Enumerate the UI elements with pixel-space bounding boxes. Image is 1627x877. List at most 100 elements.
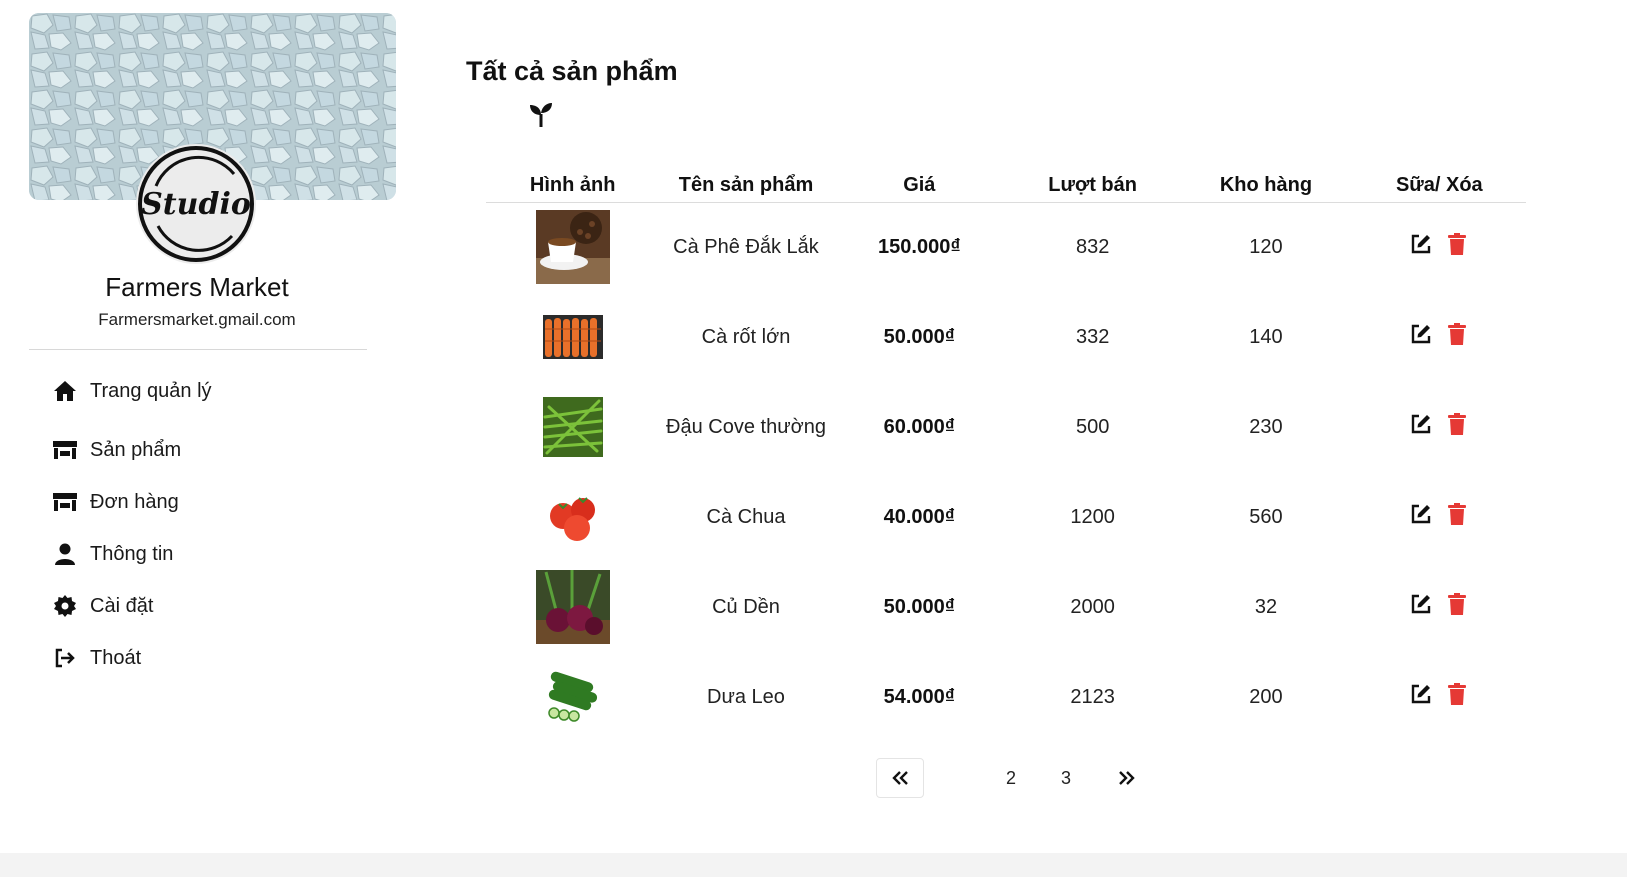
store-icon xyxy=(52,489,78,515)
product-stock: 140 xyxy=(1249,325,1283,348)
column-header-sold: Lượt bán xyxy=(1005,170,1180,203)
table-row: Củ Dền 50.000₫ 2000 32 xyxy=(486,562,1526,652)
store-icon xyxy=(52,437,78,463)
nav-item-label: Trang quản lý xyxy=(90,379,212,402)
double-chevron-right-icon xyxy=(1119,771,1135,785)
product-stock: 200 xyxy=(1249,685,1283,708)
carrot-image xyxy=(542,315,603,359)
sidebar-divider xyxy=(29,349,367,350)
table-header-row: Hình ảnh Tên sản phẩm Giá Lượt bán Kho h… xyxy=(486,170,1526,203)
delete-button[interactable] xyxy=(1446,233,1468,256)
product-name: Cà rốt lớn xyxy=(701,325,791,348)
product-sold: 832 xyxy=(1075,235,1110,258)
product-price: 50.000₫ xyxy=(883,325,956,348)
table-row: Cà Phê Đắk Lắk 150.000₫ 832 120 xyxy=(486,202,1526,292)
product-name: Cà Phê Đắk Lắk xyxy=(673,235,819,258)
logout-icon xyxy=(52,645,78,671)
product-stock: 230 xyxy=(1249,415,1283,438)
nav-item-label: Sản phẩm xyxy=(90,438,182,461)
page-title: Tất cả sản phẩm xyxy=(466,56,678,86)
sidebar: Studio Farmers Market Farmersmarket.gmai… xyxy=(0,0,420,853)
product-stock: 560 xyxy=(1249,505,1283,528)
nav-item-logout[interactable]: Thoát xyxy=(52,645,141,671)
nav-item-label: Thoát xyxy=(90,646,142,669)
table-row: Dưa Leo 54.000₫ 2123 200 xyxy=(486,652,1526,742)
column-header-actions: Sữa/ Xóa xyxy=(1352,170,1526,203)
double-chevron-left-icon xyxy=(892,771,908,785)
trash-icon xyxy=(1448,683,1467,705)
green-bean-image xyxy=(542,397,603,457)
user-icon xyxy=(52,541,78,567)
nav-item-products[interactable]: Sản phẩm xyxy=(52,437,181,463)
nav-item-label: Cài đặt xyxy=(90,594,154,617)
trash-icon xyxy=(1448,413,1467,435)
footer-band xyxy=(0,853,1627,877)
shop-email: Farmersmarket.gmail.com xyxy=(98,310,296,329)
coffee-image xyxy=(535,210,610,285)
edit-button[interactable] xyxy=(1410,503,1432,525)
edit-button[interactable] xyxy=(1410,683,1432,705)
cucumber-image xyxy=(541,671,604,723)
edit-button[interactable] xyxy=(1410,323,1432,345)
delete-button[interactable] xyxy=(1446,683,1468,705)
pagination-next-button[interactable] xyxy=(1109,758,1145,798)
pagination-page-3[interactable]: 3 xyxy=(1051,758,1081,798)
nav-item-orders[interactable]: Đơn hàng xyxy=(52,489,179,515)
product-sold: 1200 xyxy=(1070,505,1115,528)
product-name: Đậu Cove thường xyxy=(666,415,826,438)
product-name: Cà Chua xyxy=(706,505,786,528)
nav-item-profile[interactable]: Thông tin xyxy=(52,541,173,567)
avatar-logo-text: Studio xyxy=(141,187,251,222)
product-price: 40.000₫ xyxy=(883,505,956,528)
delete-button[interactable] xyxy=(1446,413,1468,435)
avatar: Studio xyxy=(136,144,256,264)
product-price: 50.000₫ xyxy=(883,595,956,618)
pagination-prev-button[interactable] xyxy=(876,758,924,798)
table-row: Đậu Cove thường 60.000₫ 500 230 xyxy=(486,382,1526,472)
edit-button[interactable] xyxy=(1410,233,1432,255)
home-icon xyxy=(52,378,78,404)
product-sold: 332 xyxy=(1075,325,1110,348)
gear-icon xyxy=(52,593,78,619)
nav-item-dashboard[interactable]: Trang quản lý xyxy=(52,378,212,404)
pagination-page-2[interactable]: 2 xyxy=(996,758,1026,798)
table-row: Cà rốt lớn 50.000₫ 332 140 xyxy=(486,292,1526,382)
shop-name: Farmers Market xyxy=(105,272,289,302)
edit-icon xyxy=(1412,324,1431,344)
product-sold: 2123 xyxy=(1070,685,1115,708)
edit-icon xyxy=(1412,504,1431,524)
edit-icon xyxy=(1412,684,1431,704)
nav-item-label: Thông tin xyxy=(90,542,174,565)
column-header-stock: Kho hàng xyxy=(1179,170,1353,203)
table-row: Cà Chua 40.000₫ 1200 560 xyxy=(486,472,1526,562)
edit-icon xyxy=(1412,235,1431,254)
trash-icon xyxy=(1448,323,1467,345)
column-header-image: Hình ảnh xyxy=(486,170,660,203)
products-table: Hình ảnh Tên sản phẩm Giá Lượt bán Kho h… xyxy=(486,170,1526,742)
delete-button[interactable] xyxy=(1446,323,1468,345)
product-price: 150.000₫ xyxy=(878,235,961,258)
edit-button[interactable] xyxy=(1410,593,1432,615)
nav-item-settings[interactable]: Cài đặt xyxy=(52,593,153,619)
column-header-price: Giá xyxy=(832,170,1006,203)
product-price: 60.000₫ xyxy=(883,415,956,438)
edit-button[interactable] xyxy=(1410,413,1432,435)
edit-icon xyxy=(1412,414,1431,434)
delete-button[interactable] xyxy=(1446,593,1468,615)
product-price: 54.000₫ xyxy=(883,685,956,708)
beetroot-image xyxy=(535,570,610,644)
product-name: Củ Dền xyxy=(712,595,780,618)
product-stock: 32 xyxy=(1254,595,1278,618)
delete-button[interactable] xyxy=(1446,503,1468,525)
tomato-image xyxy=(542,490,603,544)
trash-icon xyxy=(1448,503,1467,525)
trash-icon xyxy=(1448,233,1467,256)
trash-icon xyxy=(1448,593,1467,615)
product-sold: 500 xyxy=(1075,415,1110,438)
sprout-icon xyxy=(529,102,553,128)
product-sold: 2000 xyxy=(1070,595,1115,618)
edit-icon xyxy=(1412,594,1431,614)
product-name: Dưa Leo xyxy=(707,685,785,708)
column-header-name: Tên sản phẩm xyxy=(659,170,833,203)
product-stock: 120 xyxy=(1249,235,1283,258)
